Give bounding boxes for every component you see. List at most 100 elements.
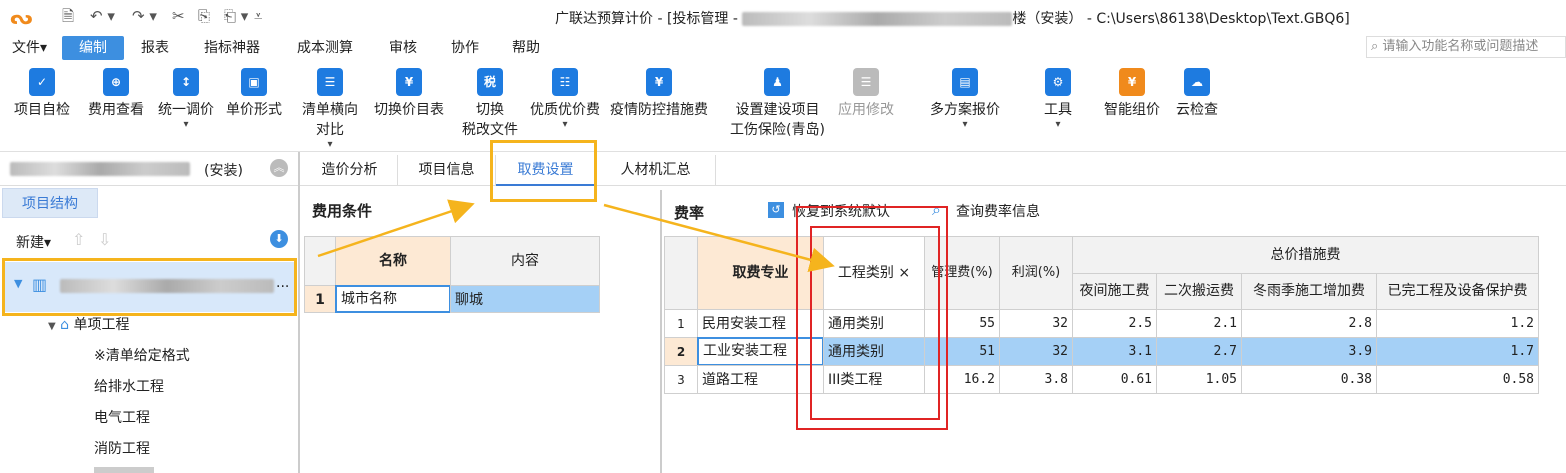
set-insurance-button[interactable]: ♟ 设置建设项目 工伤保险(青岛) [730, 68, 825, 140]
tree-item[interactable]: ※清单给定格式 [94, 345, 190, 365]
condition-content-cell[interactable]: 聊城 [450, 285, 600, 313]
highlight-box-tab [490, 140, 597, 202]
col-header-winter: 冬雨季施工增加费 [1241, 273, 1377, 310]
menu-file[interactable]: 文件▾ [12, 40, 47, 56]
night-cell[interactable]: 2.5 [1072, 309, 1157, 338]
transport-cell[interactable]: 2.7 [1156, 337, 1242, 366]
adjust-price-icon: ↕ [173, 68, 199, 96]
col-header-profit: 利润(%) [999, 236, 1073, 310]
tools-icon: ⚙ [1045, 68, 1071, 96]
col-header-transport: 二次搬运费 [1156, 273, 1242, 310]
menu-collab[interactable]: 协作 [451, 40, 479, 56]
row-index: 2 [664, 337, 698, 366]
row-index: 1 [304, 285, 336, 313]
collapse-icon[interactable]: ︽ [270, 159, 288, 177]
menu-index-tool[interactable]: 指标神器 [204, 40, 260, 56]
unified-price-button[interactable]: ↕ 统一调价 ▾ [158, 68, 214, 130]
download-icon[interactable]: ⬇ [270, 230, 288, 248]
tree-item[interactable]: 给排水工程 [94, 376, 164, 396]
paste-icon[interactable]: ⎗ ▾ [224, 7, 248, 25]
save-icon[interactable]: 🗎 [62, 7, 74, 25]
profit-cell[interactable]: 3.8 [999, 365, 1073, 394]
price-table-icon: ¥ [396, 68, 422, 96]
corner-cell [304, 236, 336, 286]
query-rate-button[interactable]: 查询费率信息 [956, 201, 1040, 221]
view-cost-icon: ⊕ [103, 68, 129, 96]
ribbon-toolbar: ✓ 项目自检 ⊕ 费用查看 ↕ 统一调价 ▾ ▣ 单价形式 ☰ 清单横向 对比 ▾ ¥ 切换价目表… [0, 62, 1566, 152]
project-title-suffix: (安装) [204, 163, 243, 179]
new-button[interactable]: 新建▾ [16, 232, 51, 252]
panel-splitter[interactable] [298, 152, 300, 473]
menu-edit[interactable]: 编制 [62, 36, 124, 60]
app-logo-icon: ᔓ [10, 5, 33, 29]
profit-cell[interactable]: 32 [999, 309, 1073, 338]
col-header-night: 夜间施工费 [1072, 273, 1157, 310]
redacted-project-name [742, 12, 1013, 26]
profit-cell[interactable]: 32 [999, 337, 1073, 366]
redo-icon[interactable]: ↷ ▾ [132, 7, 157, 25]
col-header-protection: 已完工程及设备保护费 [1376, 273, 1539, 310]
redacted-project-title [10, 162, 190, 176]
transport-cell[interactable]: 2.1 [1156, 309, 1242, 338]
condition-name-cell[interactable]: 城市名称 [335, 285, 451, 313]
search-placeholder: 请输入功能名称或问题描述 [1382, 39, 1539, 54]
customize-icon[interactable]: ⩡ [254, 7, 262, 25]
night-cell[interactable]: 3.1 [1072, 337, 1157, 366]
expand-icon[interactable]: ▼ [48, 321, 56, 332]
fee-conditions-heading: 费用条件 [312, 202, 373, 220]
project-check-button[interactable]: ✓ 项目自检 [14, 68, 70, 120]
protection-cell[interactable]: 1.7 [1376, 337, 1539, 366]
protection-cell[interactable]: 1.2 [1376, 309, 1539, 338]
tab-project-info[interactable]: 项目信息 [398, 155, 496, 186]
cloud-check-button[interactable]: ☁ 云检查 [1176, 68, 1218, 120]
move-down-icon[interactable]: ⇩ [98, 230, 111, 249]
unit-price-form-button[interactable]: ▣ 单价形式 [226, 68, 282, 120]
menu-cost-calc[interactable]: 成本测算 [297, 40, 353, 56]
apply-changes-button[interactable]: ☰ 应用修改 [838, 68, 894, 120]
section-splitter[interactable] [660, 190, 662, 473]
tree-toolbar: 新建▾ ⇧ ⇩ ⬇ [0, 222, 298, 258]
smart-pricing-button[interactable]: ¥ 智能组价 [1104, 68, 1160, 120]
multi-quote-button[interactable]: ▤ 多方案报价 ▾ [930, 68, 1000, 130]
apply-icon: ☰ [853, 68, 879, 96]
list-compare-button[interactable]: ☰ 清单横向 对比 ▾ [302, 68, 358, 150]
night-cell[interactable]: 0.61 [1072, 365, 1157, 394]
tab-cost-analysis[interactable]: 造价分析 [302, 155, 398, 186]
view-cost-button[interactable]: ⊕ 费用查看 [88, 68, 144, 120]
menu-review[interactable]: 审核 [389, 40, 417, 56]
unit-price-icon: ▣ [241, 68, 267, 96]
protection-cell[interactable]: 0.58 [1376, 365, 1539, 394]
switch-price-table-button[interactable]: ¥ 切换价目表 [374, 68, 444, 120]
move-up-icon[interactable]: ⇧ [72, 230, 85, 249]
col-header-name: 名称 [335, 236, 451, 286]
tab-project-structure[interactable]: 项目结构 [2, 188, 98, 218]
function-search-input[interactable]: ⌕ 请输入功能名称或问题描述 [1366, 36, 1566, 58]
fee-rates-heading: 费率 [674, 204, 705, 222]
corner-cell [664, 236, 698, 310]
tab-material-summary[interactable]: 人材机汇总 [596, 155, 716, 186]
smart-icon: ¥ [1119, 68, 1145, 96]
menu-help[interactable]: 帮助 [512, 40, 540, 56]
tree-item[interactable]: 电气工程 [94, 407, 150, 427]
quality-fee-button[interactable]: ☷ 优质优价费 ▾ [530, 68, 600, 130]
epidemic-fee-button[interactable]: ¥ 疫情防控措施费 [610, 68, 708, 120]
winter-cell[interactable]: 0.38 [1241, 365, 1377, 394]
title-suffix: 楼（安装） - C:\Users\86138\Desktop\Text.GBQ6… [1012, 11, 1350, 27]
cut-icon[interactable]: ✂ [172, 7, 185, 25]
switch-tax-file-button[interactable]: 税切换 税改文件 [462, 68, 518, 140]
undo-icon[interactable]: ↶ ▾ [90, 7, 115, 25]
tools-button[interactable]: ⚙ 工具 ▾ [1044, 68, 1072, 130]
multi-quote-icon: ▤ [952, 68, 978, 96]
tree-item[interactable]: 消防工程 [94, 438, 150, 458]
restore-icon[interactable]: ↺ [768, 202, 784, 218]
col-header-total-measures: 总价措施费 [1072, 236, 1539, 274]
copy-icon[interactable]: ⎘ [198, 7, 210, 25]
winter-cell[interactable]: 3.9 [1241, 337, 1377, 366]
tree-item-single-project[interactable]: ▼ ⌂ 单项工程 [48, 314, 130, 334]
compare-icon: ☰ [317, 68, 343, 96]
menu-report[interactable]: 报表 [141, 40, 169, 56]
tax-icon: 税 [477, 68, 503, 96]
cloud-check-icon: ☁ [1184, 68, 1210, 96]
transport-cell[interactable]: 1.05 [1156, 365, 1242, 394]
winter-cell[interactable]: 2.8 [1241, 309, 1377, 338]
